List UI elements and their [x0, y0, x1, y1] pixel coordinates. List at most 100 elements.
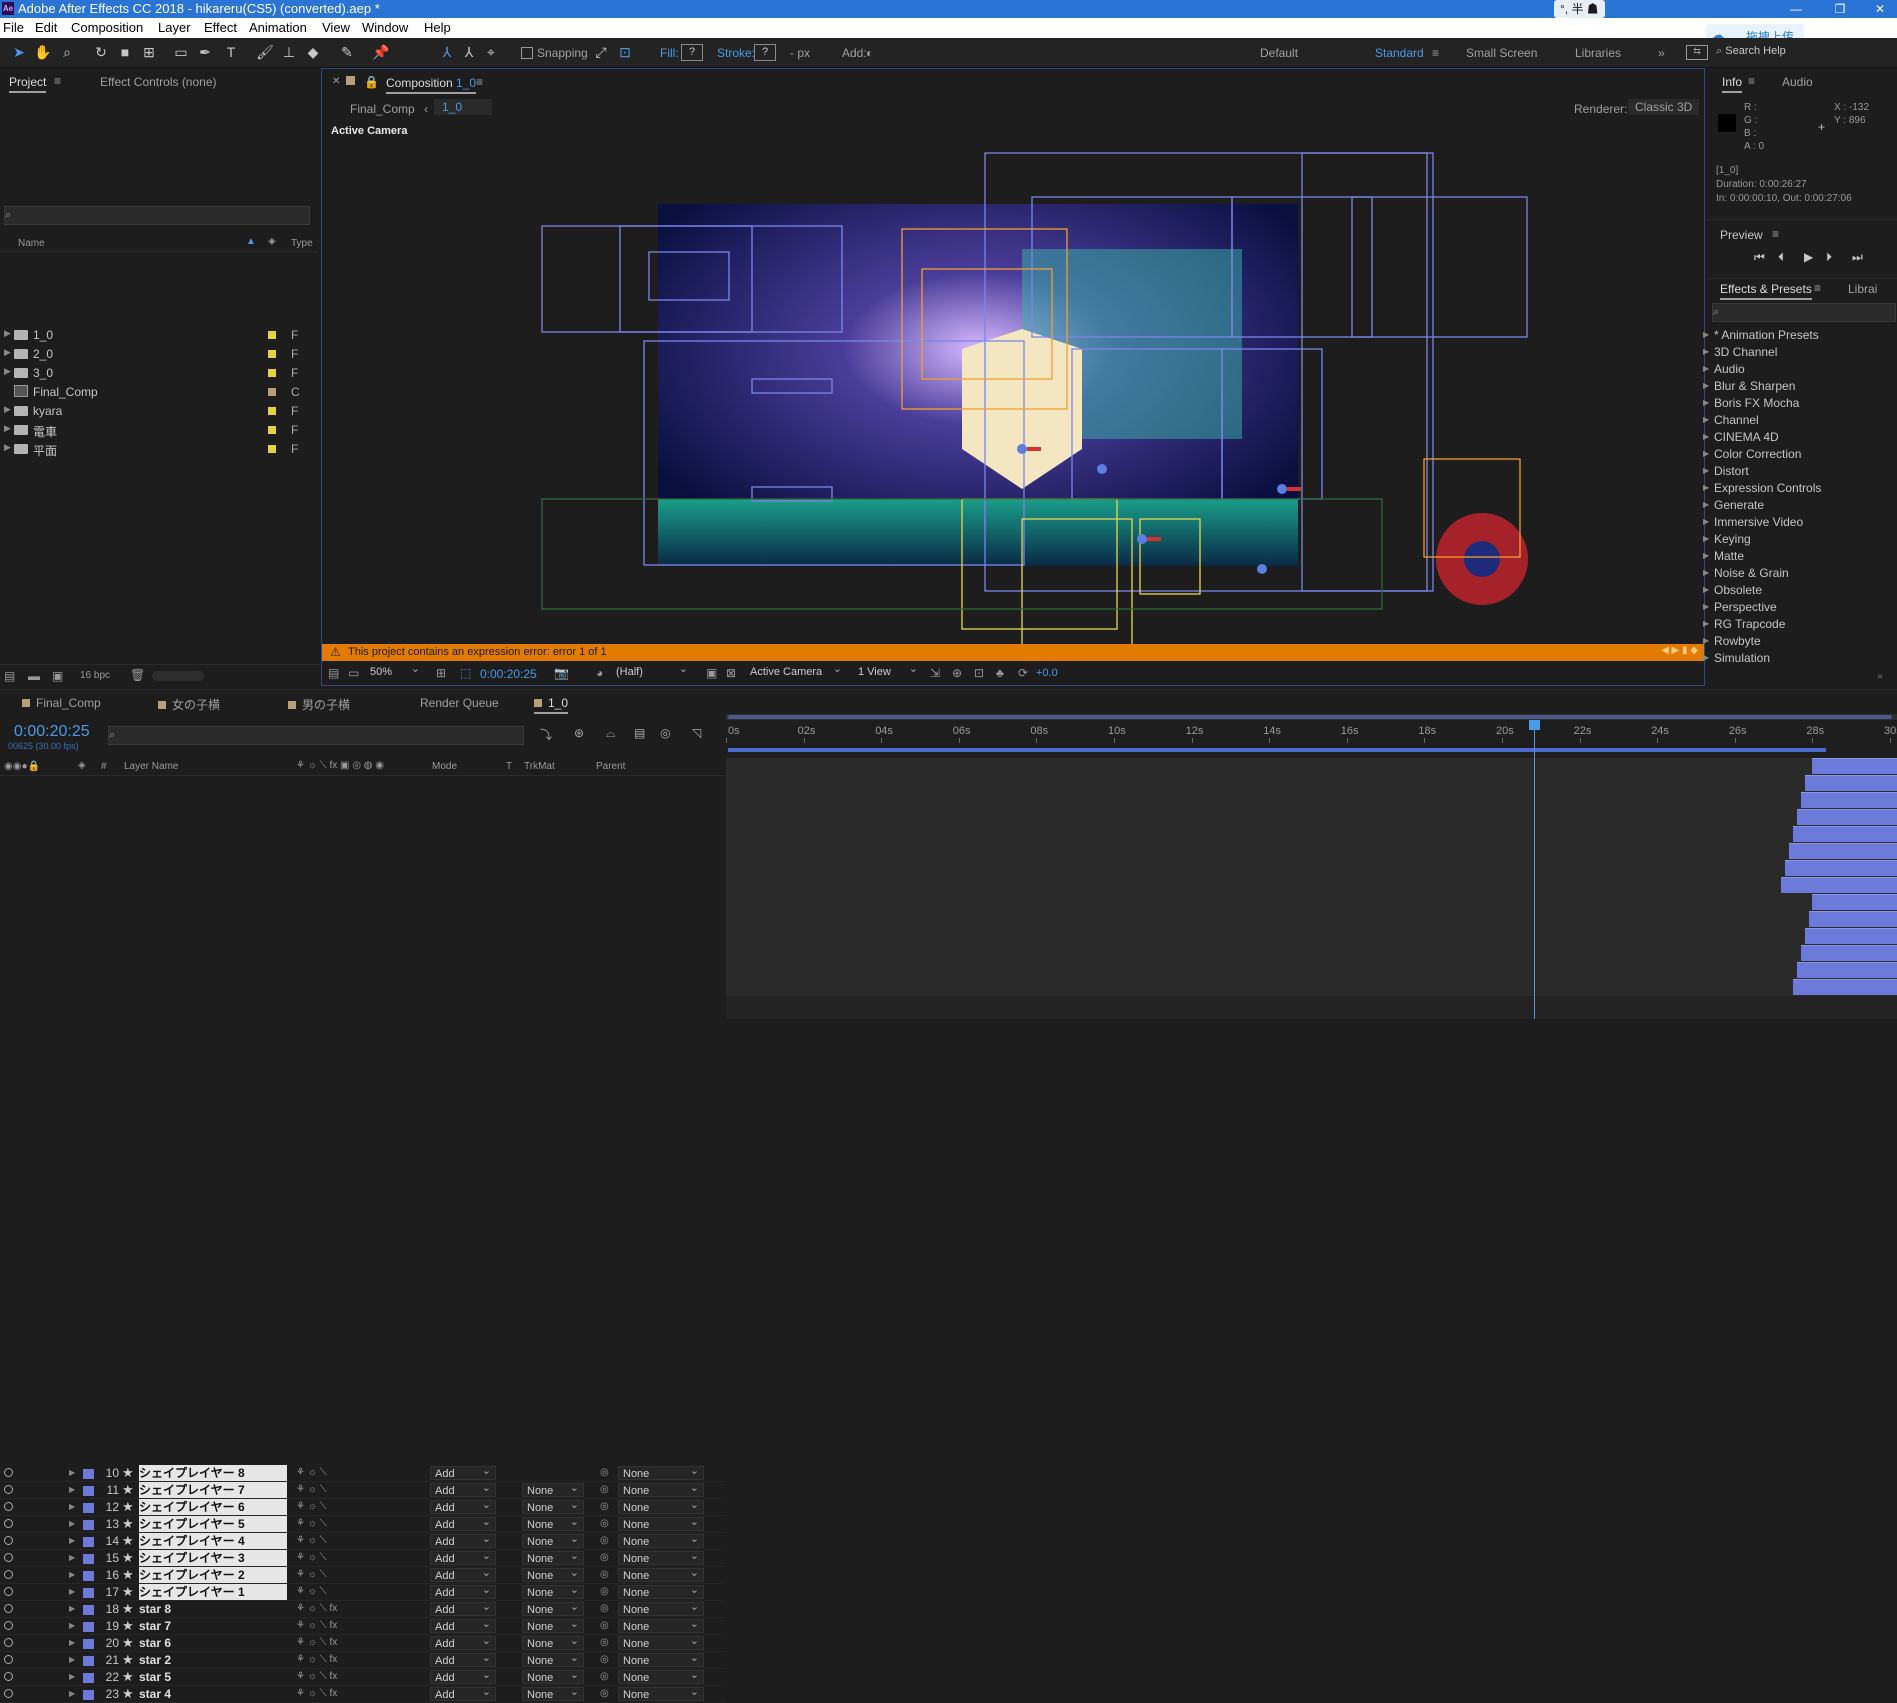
tab-effects-presets[interactable]: Effects & Presets	[1720, 282, 1812, 300]
stroke-label[interactable]: Stroke:	[717, 46, 755, 60]
effect-category[interactable]: Expression Controls	[1703, 481, 1821, 495]
expand-layer-icon[interactable]: ▶	[69, 1570, 75, 1579]
pickwhip-icon[interactable]: ◎	[600, 1654, 609, 1665]
pickwhip-icon[interactable]: ◎	[600, 1518, 609, 1529]
layer-name[interactable]: star 7	[139, 1618, 287, 1634]
sort-asc-icon[interactable]: ▲	[246, 236, 256, 247]
blend-mode-dropdown[interactable]: Add	[430, 1566, 496, 1582]
label-color-swatch[interactable]	[268, 331, 276, 339]
layer-row[interactable]: ▶ 13★ シェイプレイヤー 5 ⚘ ☼ ⟍ Add None ◎ None	[0, 1515, 725, 1533]
stroke-width[interactable]: - px	[790, 46, 810, 60]
snap-option-icon[interactable]: ⊡	[616, 43, 634, 61]
visibility-eye-icon[interactable]	[4, 1655, 13, 1664]
pickwhip-icon[interactable]: ◎	[600, 1552, 609, 1563]
layer-duration-bar[interactable]	[1789, 843, 1897, 859]
layer-row[interactable]: ▶ 12★ シェイプレイヤー 6 ⚘ ☼ ⟍ Add None ◎ None	[0, 1498, 725, 1516]
effect-category[interactable]: Generate	[1703, 498, 1764, 512]
camera-tool-icon[interactable]: ■	[116, 43, 134, 61]
roi-icon[interactable]: ▣	[706, 666, 717, 680]
pickwhip-icon[interactable]: ◎	[600, 1688, 609, 1699]
effect-category[interactable]: RG Trapcode	[1703, 617, 1785, 631]
expand-layer-icon[interactable]: ▶	[69, 1621, 75, 1630]
workspace-menu-icon[interactable]: ≡	[1432, 46, 1439, 60]
layer-duration-bar[interactable]	[1796, 809, 1897, 825]
timeline-timecode[interactable]: 0:00:20:25	[14, 723, 90, 741]
col-t[interactable]: T	[506, 761, 512, 772]
timeline-tab[interactable]: Render Queue	[420, 696, 499, 710]
graph-editor-icon[interactable]: ◹	[692, 726, 701, 740]
layer-name[interactable]: シェイプレイヤー 8	[139, 1465, 287, 1481]
project-item[interactable]: ▶ 3_0 F	[0, 364, 318, 382]
expand-layer-icon[interactable]: ▶	[69, 1655, 75, 1664]
layer-switches[interactable]: ⚘ ☼ ⟍	[296, 1484, 327, 1495]
menu-edit[interactable]: Edit	[35, 18, 57, 38]
blend-mode-dropdown[interactable]: Add	[430, 1549, 496, 1565]
local-axis-icon[interactable]: ⅄	[438, 43, 456, 61]
pickwhip-icon[interactable]: ◎	[600, 1484, 609, 1495]
panel-menu-icon[interactable]: ≡	[1772, 227, 1779, 241]
blend-mode-dropdown[interactable]: Add	[430, 1515, 496, 1531]
comp-viewer[interactable]	[322, 69, 1704, 644]
effect-category[interactable]: Immersive Video	[1703, 515, 1803, 529]
minimize-icon[interactable]: —	[1776, 0, 1816, 18]
viewer-timecode[interactable]: 0:00:20:25	[480, 667, 537, 681]
expression-error-bar[interactable]: ⚠ This project contains an expression er…	[322, 644, 1704, 661]
menu-composition[interactable]: Composition	[71, 18, 143, 38]
track-matte-dropdown[interactable]: None	[522, 1566, 584, 1582]
tab-audio[interactable]: Audio	[1782, 75, 1813, 89]
track-matte-dropdown[interactable]: None	[522, 1668, 584, 1684]
blend-mode-dropdown[interactable]: Add	[430, 1685, 496, 1701]
layer-row[interactable]: ▶ 17★ シェイプレイヤー 1 ⚘ ☼ ⟍ Add None ◎ None	[0, 1583, 725, 1601]
exposure-value[interactable]: +0.0	[1036, 667, 1058, 679]
track-matte-dropdown[interactable]: None	[522, 1481, 584, 1497]
pen-tool-icon[interactable]: ✒	[196, 43, 214, 61]
expand-layer-icon[interactable]: ▶	[69, 1468, 75, 1477]
layer-name[interactable]: star 6	[139, 1635, 287, 1651]
layer-label-color[interactable]	[83, 1673, 94, 1683]
menu-animation[interactable]: Animation	[249, 18, 307, 38]
layer-name[interactable]: star 5	[139, 1669, 287, 1685]
col-layer-name[interactable]: Layer Name	[124, 761, 178, 772]
restore-icon[interactable]: ❐	[1820, 0, 1860, 18]
layer-row[interactable]: ▶ 18★ star 8 ⚘ ☼ ⟍ fx Add None ◎ None	[0, 1600, 725, 1618]
track-matte-dropdown[interactable]: None	[522, 1685, 584, 1701]
track-matte-dropdown[interactable]: None	[522, 1498, 584, 1514]
timeline-tab[interactable]: 男の子横	[288, 696, 350, 713]
first-frame-icon[interactable]: ⏮	[1754, 250, 1765, 265]
project-search-input[interactable]: ⌕	[4, 206, 310, 225]
snapping-checkbox[interactable]	[521, 47, 533, 59]
label-color-swatch[interactable]	[268, 369, 276, 377]
project-item[interactable]: ▶ 1_0 F	[0, 326, 318, 344]
always-preview-icon[interactable]: ▤	[328, 666, 339, 680]
track-matte-dropdown[interactable]: None	[522, 1549, 584, 1565]
layer-switches[interactable]: ⚘ ☼ ⟍ fx	[296, 1620, 337, 1631]
effect-category[interactable]: Boris FX Mocha	[1703, 396, 1799, 410]
visibility-eye-icon[interactable]	[4, 1570, 13, 1579]
layer-label-color[interactable]	[83, 1469, 94, 1479]
parent-dropdown[interactable]: None	[618, 1515, 704, 1531]
rotate-tool-icon[interactable]: ↻	[92, 43, 110, 61]
effect-category[interactable]: Channel	[1703, 413, 1759, 427]
layer-switches[interactable]: ⚘ ☼ ⟍	[296, 1552, 327, 1563]
motion-blur-icon[interactable]: ◎	[660, 726, 670, 740]
flowchart-icon[interactable]: ♣	[996, 666, 1004, 680]
ime-toolbar[interactable]: °, 半 ☗	[1554, 0, 1605, 18]
visibility-eye-icon[interactable]	[4, 1672, 13, 1681]
pickwhip-icon[interactable]: ◎	[600, 1501, 609, 1512]
workspace-standard[interactable]: Standard	[1375, 46, 1424, 60]
project-item[interactable]: ▶ kyara F	[0, 402, 318, 420]
layer-label-color[interactable]	[83, 1554, 94, 1564]
more-workspaces[interactable]: »	[1658, 46, 1665, 60]
col-type[interactable]: Type	[291, 238, 313, 249]
label-column-icon[interactable]: ◈	[268, 236, 276, 247]
label-color-swatch[interactable]	[268, 407, 276, 415]
menu-effect[interactable]: Effect	[204, 18, 237, 38]
expand-layer-icon[interactable]: ▶	[69, 1672, 75, 1681]
layer-row[interactable]: ▶ 21★ star 2 ⚘ ☼ ⟍ fx Add None ◎ None	[0, 1651, 725, 1669]
parent-dropdown[interactable]: None	[618, 1481, 704, 1497]
pickwhip-icon[interactable]: ◎	[600, 1569, 609, 1580]
monitor-icon[interactable]: ▭	[348, 666, 359, 680]
layer-duration-bar[interactable]	[1800, 792, 1897, 808]
eraser-tool-icon[interactable]: ◆	[304, 43, 322, 61]
fast-preview-icon[interactable]: ⊕	[952, 666, 962, 680]
